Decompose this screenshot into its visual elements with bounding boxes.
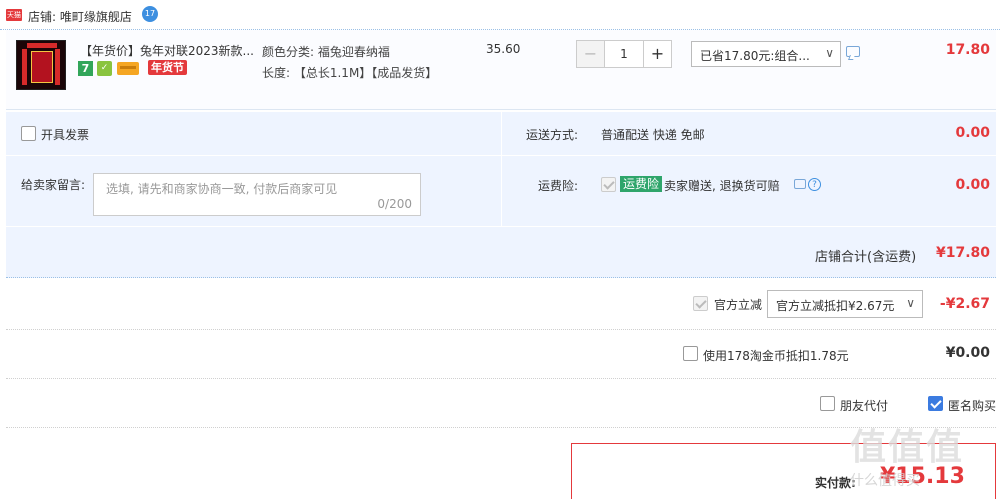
promotion-select[interactable]: 已省17.80元:组合... ∨ (691, 41, 841, 67)
memo-placeholder: 选填, 请先和商家协商一致, 付款后商家可见 (106, 182, 338, 196)
divider (6, 427, 996, 428)
shipping-label: 运送方式: (526, 128, 579, 142)
divider (6, 329, 996, 330)
friend-pay-checkbox[interactable] (820, 396, 835, 411)
insurance-price: 0.00 (955, 177, 990, 193)
message-icon[interactable] (846, 46, 860, 57)
quantity-decrease-button[interactable]: − (577, 41, 605, 67)
divider (501, 112, 502, 226)
invoice-label[interactable]: 开具发票 (41, 126, 89, 143)
divider (6, 378, 996, 379)
memo-textarea[interactable]: 选填, 请先和商家协商一致, 付款后商家可见 0/200 (93, 173, 421, 216)
insurance-label: 运费险: (538, 179, 579, 193)
official-discount-amount: -¥2.67 (939, 296, 990, 312)
official-discount-label: 官方立减 (714, 298, 763, 312)
credit-card-icon[interactable] (117, 62, 139, 75)
insurance-checkbox (601, 177, 616, 192)
message-icon[interactable] (794, 179, 806, 189)
official-discount-checkbox (693, 296, 708, 311)
anonymous-label[interactable]: 匿名购买 (948, 397, 996, 414)
insurance-text: 卖家赠送, 退换货可赔 (664, 179, 780, 193)
watermark-site: 什么值得买 (850, 473, 920, 489)
product-thumbnail[interactable] (16, 40, 66, 90)
friend-pay-label[interactable]: 朋友代付 (840, 397, 888, 414)
seven-day-return-icon[interactable]: 7 (78, 61, 93, 76)
sku-color: 颜色分类: 福兔迎春纳福 (262, 45, 390, 59)
chevron-down-icon: ∨ (906, 296, 915, 310)
official-discount-select-value: 官方立减抵扣¥2.67元 (776, 299, 895, 313)
divider (6, 155, 996, 156)
guarantee-shield-icon[interactable]: ✓ (97, 61, 112, 76)
quantity-increase-button[interactable]: + (643, 41, 671, 67)
item-subtotal: 17.80 (945, 42, 990, 58)
anonymous-checkbox[interactable] (928, 396, 943, 411)
divider (6, 226, 996, 227)
sku-length: 长度: 【总长1.1M】【成品发货】 (262, 66, 438, 80)
memo-label: 给卖家留言: (21, 178, 86, 192)
taojinbi-amount: ¥0.00 (945, 345, 990, 361)
insurance-tag: 运费险 (620, 176, 663, 192)
taojinbi-label[interactable]: 使用178淘金币抵扣1.78元 (703, 347, 849, 364)
watermark-logo: 值值值 (850, 427, 965, 468)
shop-total-amount: ¥17.80 (935, 245, 990, 261)
shop-name-link[interactable]: 店铺: 唯町缘旗舰店 (28, 8, 132, 25)
shipping-method: 普通配送 快递 免邮 (601, 128, 705, 142)
festival-badge[interactable]: 年货节 (148, 60, 187, 75)
invoice-checkbox[interactable] (21, 126, 36, 141)
taojinbi-checkbox[interactable] (683, 346, 698, 361)
promotion-select-value: 已省17.80元:组合... (700, 49, 810, 63)
quantity-input[interactable]: 1 (605, 41, 643, 67)
memo-char-count: 0/200 (377, 197, 412, 211)
official-discount-select[interactable]: 官方立减抵扣¥2.67元 ∨ (767, 290, 923, 318)
chat-bubble-icon[interactable]: 17 (142, 6, 158, 22)
product-title-link[interactable]: 【年货价】兔年对联2023新款... (80, 42, 255, 59)
shipping-price: 0.00 (955, 125, 990, 141)
chevron-down-icon: ∨ (825, 46, 834, 60)
help-icon[interactable]: ? (808, 178, 821, 191)
sku-info: 颜色分类: 福兔迎春纳福 长度: 【总长1.1M】【成品发货】 (262, 42, 438, 84)
quantity-stepper: − 1 + (576, 40, 672, 68)
tmall-badge: 天猫 (6, 9, 22, 21)
shop-total-label: 店铺合计(含运费) (815, 250, 917, 265)
unit-price: 35.60 (486, 42, 521, 56)
